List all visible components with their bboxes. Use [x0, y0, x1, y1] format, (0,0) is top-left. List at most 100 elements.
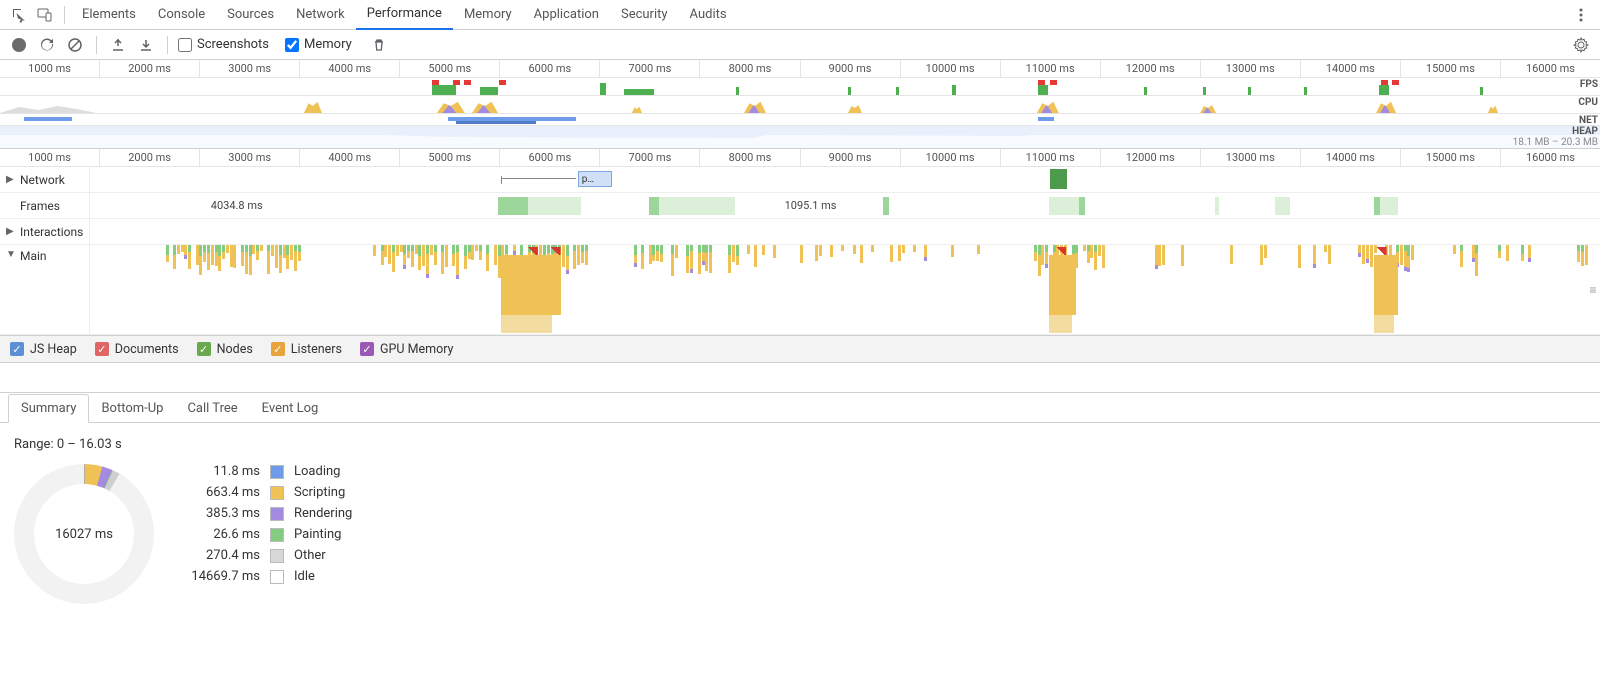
ruler-tick: 14000 ms — [1301, 149, 1401, 166]
summary-panel: Range: 0 – 16.03 s 16027 ms 11.8 msLoadi… — [0, 423, 1600, 618]
ruler-tick: 1000 ms — [0, 60, 100, 77]
summary-range: Range: 0 – 16.03 s — [14, 437, 1586, 452]
devtools-tabbar: ElementsConsoleSourcesNetworkPerformance… — [0, 0, 1600, 30]
detail-ruler[interactable]: 1000 ms2000 ms3000 ms4000 ms5000 ms6000 … — [0, 149, 1600, 167]
ruler-tick: 11000 ms — [1001, 149, 1101, 166]
garbage-collect-button[interactable] — [368, 34, 390, 56]
summary-tab-bottom-up[interactable]: Bottom-Up — [89, 395, 175, 422]
network-track[interactable]: ▶Network p… — [0, 167, 1600, 193]
ruler-tick: 8000 ms — [700, 60, 800, 77]
frame-duration-label: 1095.1 ms — [785, 199, 837, 212]
resize-handle[interactable]: ≡ — [1586, 245, 1600, 334]
legend-row: 270.4 msOther — [180, 548, 352, 563]
ruler-tick: 6000 ms — [500, 60, 600, 77]
overview-panel[interactable]: 1000 ms2000 ms3000 ms4000 ms5000 ms6000 … — [0, 60, 1600, 149]
ruler-tick: 12000 ms — [1101, 149, 1201, 166]
legend-row: 11.8 msLoading — [180, 464, 352, 479]
ruler-tick: 4000 ms — [300, 60, 400, 77]
ruler-tick: 2000 ms — [100, 60, 200, 77]
frames-track[interactable]: Frames 4034.8 ms 1095.1 ms — [0, 193, 1600, 219]
tab-elements[interactable]: Elements — [71, 0, 147, 30]
counter-documents[interactable]: ✓Documents — [95, 342, 179, 357]
counter-listeners[interactable]: ✓Listeners — [271, 342, 342, 357]
tab-console[interactable]: Console — [147, 0, 216, 30]
ruler-tick: 9000 ms — [801, 149, 901, 166]
ruler-tick: 15000 ms — [1401, 149, 1501, 166]
ruler-tick: 16000 ms — [1501, 149, 1600, 166]
network-request[interactable]: p… — [578, 171, 613, 187]
summary-total: 16027 ms — [14, 464, 154, 604]
summary-tab-call-tree[interactable]: Call Tree — [175, 395, 249, 422]
ruler-tick: 9000 ms — [801, 60, 901, 77]
ruler-tick: 6000 ms — [500, 149, 600, 166]
heap-range: 18.1 MB – 20.3 MB — [1513, 137, 1598, 148]
net-label: NET — [1579, 115, 1598, 126]
record-button[interactable] — [8, 34, 30, 56]
frames-track-label: Frames — [20, 199, 60, 213]
heap-label: HEAP — [1572, 126, 1598, 137]
ruler-tick: 15000 ms — [1401, 60, 1501, 77]
tab-audits[interactable]: Audits — [679, 0, 738, 30]
summary-tab-summary[interactable]: Summary — [8, 394, 89, 423]
summary-legend: 11.8 msLoading 663.4 msScripting 385.3 msR… — [180, 464, 352, 584]
ruler-tick: 16000 ms — [1501, 60, 1600, 77]
tab-security[interactable]: Security — [610, 0, 679, 30]
counter-gpu-memory[interactable]: ✓GPU Memory — [360, 342, 454, 357]
overview-net-lane[interactable]: NET — [0, 114, 1600, 126]
tab-performance[interactable]: Performance — [356, 0, 453, 30]
legend-row: 385.3 msRendering — [180, 506, 352, 521]
ruler-tick: 14000 ms — [1301, 60, 1401, 77]
counter-js-heap[interactable]: ✓JS Heap — [10, 342, 77, 357]
overview-fps-lane[interactable]: FPS — [0, 78, 1600, 96]
main-track[interactable]: ▼Main ≡ — [0, 245, 1600, 335]
legend-row: 26.6 msPainting — [180, 527, 352, 542]
counter-nodes[interactable]: ✓Nodes — [197, 342, 253, 357]
overview-heap-lane[interactable]: HEAP 18.1 MB – 20.3 MB — [0, 126, 1600, 148]
tab-application[interactable]: Application — [523, 0, 610, 30]
ruler-tick: 13000 ms — [1201, 149, 1301, 166]
ruler-tick: 4000 ms — [300, 149, 400, 166]
fps-label: FPS — [1580, 79, 1598, 90]
ruler-tick: 3000 ms — [200, 149, 300, 166]
interactions-track-label: Interactions — [20, 225, 83, 239]
network-request[interactable] — [1050, 169, 1067, 189]
memory-label: Memory — [304, 37, 352, 52]
ruler-tick: 11000 ms — [1001, 60, 1101, 77]
summary-tabbar: SummaryBottom-UpCall TreeEvent Log — [0, 393, 1600, 423]
flamechart-panel[interactable]: 1000 ms2000 ms3000 ms4000 ms5000 ms6000 … — [0, 149, 1600, 335]
settings-icon[interactable] — [1570, 34, 1592, 56]
ruler-tick: 7000 ms — [600, 60, 700, 77]
frame-duration-label: 4034.8 ms — [211, 199, 263, 212]
device-toggle-icon[interactable] — [32, 2, 58, 28]
memory-checkbox[interactable]: Memory — [285, 37, 352, 52]
main-track-label: Main — [20, 249, 47, 263]
ruler-tick: 1000 ms — [0, 149, 100, 166]
clear-button[interactable] — [64, 34, 86, 56]
tab-network[interactable]: Network — [285, 0, 356, 30]
network-track-label: Network — [20, 173, 65, 187]
more-icon[interactable] — [1568, 2, 1594, 28]
ruler-tick: 5000 ms — [400, 60, 500, 77]
inspect-icon[interactable] — [6, 2, 32, 28]
ruler-tick: 3000 ms — [200, 60, 300, 77]
screenshots-checkbox[interactable]: Screenshots — [178, 37, 269, 52]
tab-memory[interactable]: Memory — [453, 0, 523, 30]
tab-sources[interactable]: Sources — [216, 0, 285, 30]
performance-toolbar: Screenshots Memory — [0, 30, 1600, 60]
ruler-tick: 12000 ms — [1101, 60, 1201, 77]
interactions-track[interactable]: ▶Interactions — [0, 219, 1600, 245]
screenshots-label: Screenshots — [197, 37, 269, 52]
legend-row: 663.4 msScripting — [180, 485, 352, 500]
summary-tab-event-log[interactable]: Event Log — [250, 395, 331, 422]
overview-cpu-lane[interactable]: CPU — [0, 96, 1600, 114]
save-profile-button[interactable] — [135, 34, 157, 56]
counters-bar: ✓JS Heap ✓Documents ✓Nodes ✓Listeners ✓GPU M… — [0, 335, 1600, 363]
reload-record-button[interactable] — [36, 34, 58, 56]
ruler-tick: 8000 ms — [700, 149, 800, 166]
memory-graph[interactable] — [0, 363, 1600, 393]
ruler-tick: 13000 ms — [1201, 60, 1301, 77]
overview-ruler[interactable]: 1000 ms2000 ms3000 ms4000 ms5000 ms6000 … — [0, 60, 1600, 78]
ruler-tick: 2000 ms — [100, 149, 200, 166]
ruler-tick: 7000 ms — [600, 149, 700, 166]
load-profile-button[interactable] — [107, 34, 129, 56]
